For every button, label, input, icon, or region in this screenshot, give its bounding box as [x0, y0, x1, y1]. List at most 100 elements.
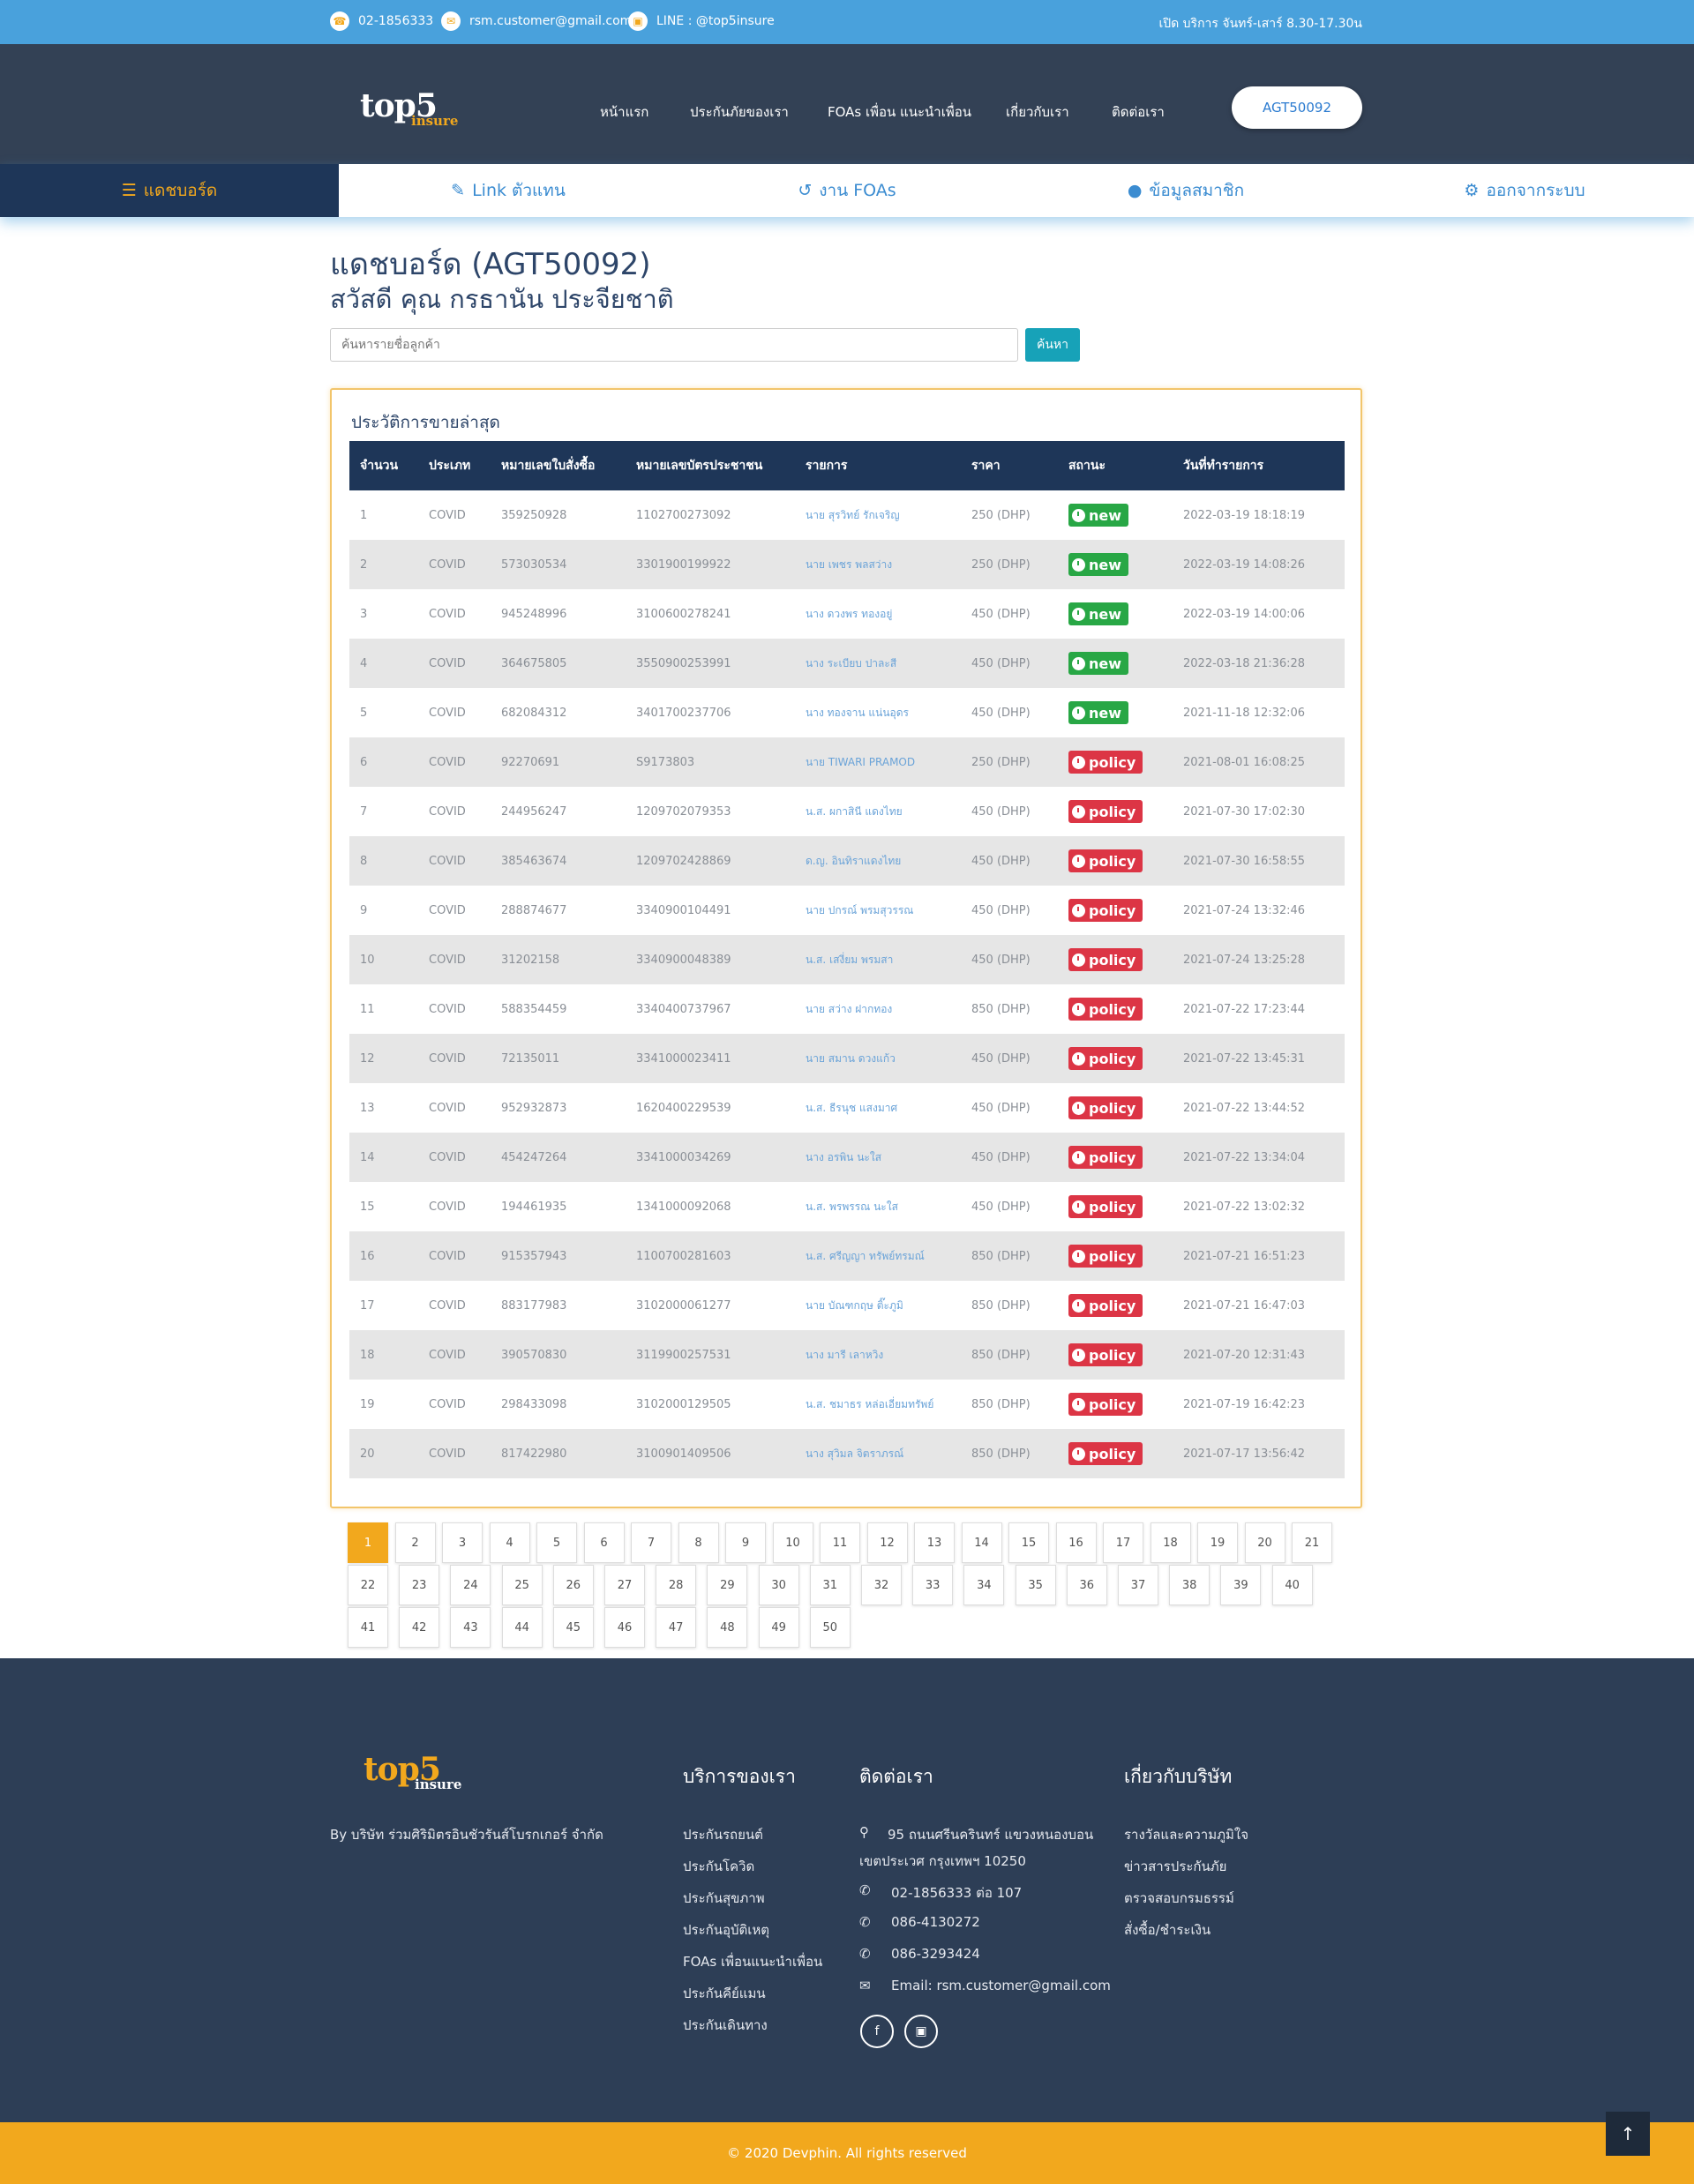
footer-service-link[interactable]: ประกันรถยนต์	[683, 1824, 763, 1845]
page-link[interactable]: 38	[1169, 1565, 1211, 1605]
page-link[interactable]: 4	[489, 1522, 530, 1563]
cell-item[interactable]: นาย สุรวิทย์ รักเจริญ	[795, 490, 961, 540]
footer-service-link[interactable]: ประกันเดินทาง	[683, 2015, 768, 2036]
nav-foas[interactable]: FOAs เพื่อน แนะนำเพื่อน	[828, 101, 971, 123]
page-link[interactable]: 36	[1066, 1565, 1107, 1605]
page-link[interactable]: 40	[1271, 1565, 1313, 1605]
agent-account-button[interactable]: AGT50092	[1232, 86, 1362, 129]
tab-member-info[interactable]: ● ข้อมูลสมาชิก	[1016, 164, 1355, 217]
page-link[interactable]: 46	[604, 1607, 645, 1648]
footer-service-link[interactable]: ประกันสุขภาพ	[683, 1888, 765, 1909]
line-icon[interactable]: ▣	[904, 2015, 938, 2048]
page-link[interactable]: 41	[348, 1607, 388, 1648]
cell-item[interactable]: นาย เพชร พลสว่าง	[795, 540, 961, 589]
page-link[interactable]: 19	[1197, 1522, 1238, 1563]
footer-service-link[interactable]: ประกันคีย์แมน	[683, 1983, 766, 2004]
tab-logout[interactable]: ⚙ ออกจากระบบ	[1355, 164, 1694, 217]
tab-dashboard[interactable]: ☰ แดชบอร์ด	[0, 164, 339, 217]
page-link[interactable]: 2	[394, 1522, 436, 1563]
page-link[interactable]: 35	[1015, 1565, 1056, 1605]
cell-item[interactable]: นาย สมาน ดวงแก้ว	[795, 1034, 961, 1083]
page-link[interactable]: 26	[552, 1565, 594, 1605]
page-link[interactable]: 1	[348, 1522, 388, 1563]
page-link[interactable]: 12	[866, 1522, 908, 1563]
cell-item[interactable]: นาง ดวงพร ทองอยู่	[795, 589, 961, 639]
phone-contact[interactable]: ☎ 02-1856333	[330, 11, 433, 31]
page-link[interactable]: 37	[1118, 1565, 1158, 1605]
cell-item[interactable]: นาย TIWARI PRAMOD	[795, 737, 961, 787]
cell-item[interactable]: น.ส. เสงี่ยม พรมสา	[795, 935, 961, 984]
page-link[interactable]: 34	[963, 1565, 1005, 1605]
footer-service-link[interactable]: ประกันอุบัติเหตุ	[683, 1919, 769, 1941]
cell-item[interactable]: น.ส. พรพรรณ นะใส	[795, 1182, 961, 1231]
cell-item[interactable]: น.ส. ธีรนุช แสงมาศ	[795, 1083, 961, 1133]
tab-agent-link[interactable]: ✎ Link ตัวแทน	[339, 164, 678, 217]
page-link[interactable]: 50	[809, 1607, 851, 1648]
cell-item[interactable]: น.ส. ผกาสินี แดงไทย	[795, 787, 961, 836]
page-link[interactable]: 45	[552, 1607, 594, 1648]
page-link[interactable]: 16	[1055, 1522, 1097, 1563]
page-link[interactable]: 15	[1008, 1522, 1049, 1563]
cell-item[interactable]: นาย ปกรณ์ พรมสุวรรณ	[795, 886, 961, 935]
page-link[interactable]: 33	[912, 1565, 954, 1605]
page-link[interactable]: 23	[399, 1565, 440, 1605]
page-link[interactable]: 32	[861, 1565, 902, 1605]
page-link[interactable]: 18	[1150, 1522, 1191, 1563]
footer-phone[interactable]: 086-4130272	[891, 1914, 980, 1930]
page-link[interactable]: 8	[678, 1522, 719, 1563]
cell-item[interactable]: นาย บัณฑกฤษ ติ๊ะภูมิ	[795, 1281, 961, 1330]
page-link[interactable]: 44	[501, 1607, 543, 1648]
footer-service-link[interactable]: ประกันโควิด	[683, 1856, 754, 1877]
footer-phone[interactable]: 086-3293424	[891, 1946, 980, 1962]
footer-about-link[interactable]: สั่งซื้อ/ชำระเงิน	[1124, 1919, 1211, 1941]
footer-logo[interactable]: top5 insure	[364, 1754, 461, 1792]
page-link[interactable]: 42	[399, 1607, 440, 1648]
page-link[interactable]: 21	[1292, 1522, 1332, 1563]
footer-about-link[interactable]: ตรวจสอบกรมธรรม์	[1124, 1888, 1234, 1909]
page-link[interactable]: 7	[631, 1522, 671, 1563]
cell-item[interactable]: ด.ญ. อินทิราแดงไทย	[795, 836, 961, 886]
nav-home[interactable]: หน้าแรก	[600, 101, 648, 123]
page-link[interactable]: 3	[442, 1522, 483, 1563]
facebook-icon[interactable]: f	[860, 2015, 894, 2048]
tab-foas-jobs[interactable]: ↺ งาน FOAs	[678, 164, 1016, 217]
page-link[interactable]: 48	[707, 1607, 748, 1648]
page-link[interactable]: 49	[758, 1607, 799, 1648]
page-link[interactable]: 17	[1103, 1522, 1143, 1563]
nav-insurance[interactable]: ประกันภัยของเรา	[690, 101, 789, 123]
page-link[interactable]: 31	[809, 1565, 851, 1605]
cell-item[interactable]: นาง สุวิมล จิตราภรณ์	[795, 1429, 961, 1478]
footer-email[interactable]: Email: rsm.customer@gmail.com	[891, 1978, 1111, 1993]
page-link[interactable]: 22	[348, 1565, 388, 1605]
cell-item[interactable]: นาย สว่าง ฝากทอง	[795, 984, 961, 1034]
page-link[interactable]: 39	[1220, 1565, 1262, 1605]
email-contact[interactable]: ✉ rsm.customer@gmail.com	[441, 11, 632, 31]
search-button[interactable]: ค้นหา	[1025, 328, 1080, 362]
cell-item[interactable]: นาง ทองจาน แน่นอุดร	[795, 688, 961, 737]
page-link[interactable]: 10	[772, 1522, 813, 1563]
page-link[interactable]: 11	[820, 1522, 860, 1563]
cell-item[interactable]: นาง มารี เลาหวิง	[795, 1330, 961, 1380]
page-link[interactable]: 25	[501, 1565, 543, 1605]
page-link[interactable]: 24	[450, 1565, 491, 1605]
page-link[interactable]: 28	[656, 1565, 697, 1605]
nav-contact[interactable]: ติดต่อเรา	[1112, 101, 1165, 123]
site-logo[interactable]: top5 insure	[360, 90, 458, 129]
page-link[interactable]: 30	[758, 1565, 799, 1605]
cell-item[interactable]: น.ส. ศรีญญา ทรัพย์ทรมณ์	[795, 1231, 961, 1281]
page-link[interactable]: 14	[961, 1522, 1002, 1563]
cell-item[interactable]: นาง อรพิน นะใส	[795, 1133, 961, 1182]
nav-about[interactable]: เกี่ยวกับเรา	[1006, 101, 1069, 123]
page-link[interactable]: 27	[604, 1565, 645, 1605]
line-contact[interactable]: ▣ LINE : @top5insure	[628, 11, 775, 31]
page-link[interactable]: 13	[914, 1522, 955, 1563]
footer-service-link[interactable]: FOAs เพื่อนแนะนำเพื่อน	[683, 1951, 822, 1972]
footer-about-link[interactable]: ข่าวสารประกันภัย	[1124, 1856, 1226, 1877]
page-link[interactable]: 47	[656, 1607, 697, 1648]
cell-item[interactable]: น.ส. ชมาธร หล่อเอี่ยมทรัพย์	[795, 1380, 961, 1429]
footer-about-link[interactable]: รางวัลและความภูมิใจ	[1124, 1824, 1248, 1845]
back-to-top-button[interactable]: ↑	[1606, 2112, 1650, 2156]
page-link[interactable]: 29	[707, 1565, 748, 1605]
page-link[interactable]: 20	[1244, 1522, 1285, 1563]
page-link[interactable]: 5	[536, 1522, 577, 1563]
